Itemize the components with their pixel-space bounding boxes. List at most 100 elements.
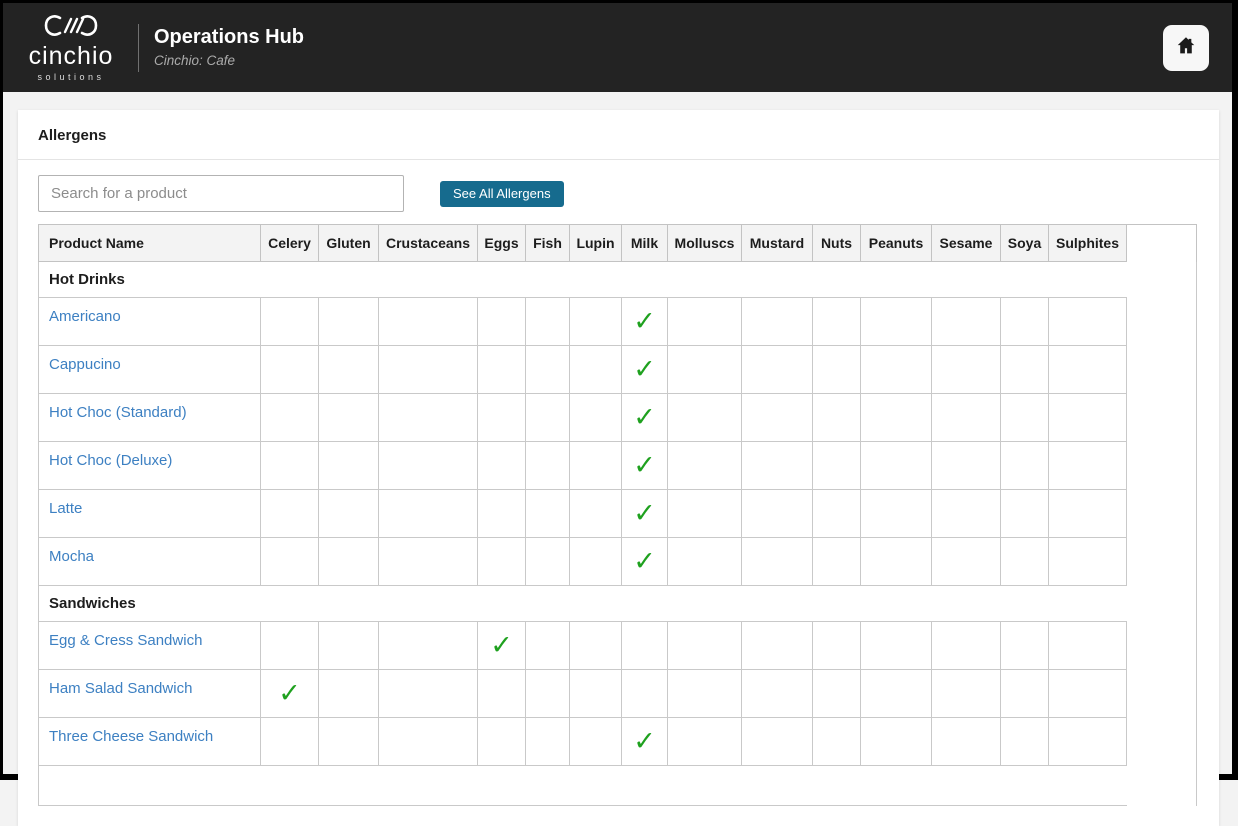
allergen-cell-milk [621,669,668,718]
product-name-cell: Hot Choc (Standard) [38,393,261,442]
product-name-cell: Mocha [38,537,261,586]
allergen-cell-peanuts [860,297,932,346]
allergen-table: Product Name Celery Gluten Crustaceans Eggs F… [38,224,1197,806]
spacer-cell [1126,297,1197,346]
product-link[interactable]: Hot Choc (Deluxe) [49,452,172,469]
check-icon: ✓ [633,306,656,336]
product-link[interactable]: Americano [49,308,121,325]
allergen-cell-soya [1000,393,1049,442]
table-row: Americano ✓ [38,297,1197,346]
allergen-cell-eggs [477,393,526,442]
allergen-cell-milk: ✓ [621,345,668,394]
allergen-cell-celery [260,489,319,538]
allergen-cell-fish [525,345,570,394]
spacer-cell [1126,489,1197,538]
product-link[interactable]: Cappucino [49,356,121,373]
allergen-cell-mustard [741,345,813,394]
product-link[interactable]: Hot Choc (Standard) [49,404,187,421]
allergen-cell-molluscs [667,717,742,766]
allergen-cell-gluten [318,297,379,346]
table-row: Ham Salad Sandwich ✓ [38,669,1197,718]
check-icon: ✓ [633,402,656,432]
home-icon [1175,35,1197,60]
allergen-cell-mustard [741,393,813,442]
column-header-soya: Soya [1000,224,1049,262]
category-label: Hot Drinks [38,261,1127,298]
allergen-cell-fish [525,717,570,766]
product-link[interactable]: Latte [49,500,82,517]
card-body: See All Allergens Product NameCeleryGlut… [18,160,1219,826]
allergen-cell-eggs [477,717,526,766]
allergen-cell-milk: ✓ [621,297,668,346]
product-link[interactable]: Egg & Cress Sandwich [49,632,202,649]
allergen-cell-lupin [569,393,622,442]
allergen-cell-lupin [569,489,622,538]
allergen-cell-nuts [812,717,861,766]
allergen-cell-gluten [318,489,379,538]
allergen-cell-milk: ✓ [621,537,668,586]
allergen-cell-milk: ✓ [621,717,668,766]
allergen-cell-milk: ✓ [621,441,668,490]
allergen-cell-peanuts [860,537,932,586]
column-header-celery: Celery [260,224,319,262]
allergen-cell-sulphites [1048,669,1127,718]
table-row: Cappucino ✓ [38,345,1197,394]
page-title: Allergens [18,110,1219,160]
product-link[interactable]: Three Cheese Sandwich [49,728,213,745]
allergen-cell-sesame [931,489,1001,538]
column-header-product-name: Product Name [38,224,261,262]
allergen-cell-celery [260,345,319,394]
see-all-allergens-button[interactable]: See All Allergens [440,180,564,207]
allergen-cell-milk [621,621,668,670]
header-divider [138,23,139,72]
category-label: Sandwiches [38,585,1127,622]
allergen-cell-sesame [931,669,1001,718]
allergen-cell-fish [525,537,570,586]
allergen-cell-crustaceans [378,717,478,766]
logo-sub-text: solutions [37,72,105,82]
category-row: Sandwiches [38,585,1197,622]
spacer-cell [1126,537,1197,586]
allergen-cell-nuts [812,345,861,394]
spacer-cell [1126,585,1197,622]
allergen-cell-crustaceans [378,297,478,346]
allergen-cell-fish [525,441,570,490]
allergen-cell-molluscs [667,669,742,718]
allergen-cell-mustard [741,669,813,718]
check-icon: ✓ [633,354,656,384]
allergen-cell-sulphites [1048,489,1127,538]
product-link[interactable]: Mocha [49,548,94,565]
check-icon: ✓ [490,630,513,660]
allergen-cell-fish [525,669,570,718]
search-input[interactable] [38,175,404,212]
column-header-milk: Milk [621,224,668,262]
product-name-cell: Ham Salad Sandwich [38,669,261,718]
cinchio-infinity-mark-icon [44,13,98,43]
allergen-cell-crustaceans [378,621,478,670]
allergen-cell-peanuts [860,489,932,538]
product-name-cell: Egg & Cress Sandwich [38,621,261,670]
logo-brand-text: cinchio [28,42,114,70]
allergen-cell-peanuts [860,621,932,670]
allergen-cell-molluscs [667,489,742,538]
allergen-cell-crustaceans [378,345,478,394]
allergen-cell-sulphites [1048,537,1127,586]
check-icon: ✓ [633,450,656,480]
allergen-cell-sesame [931,537,1001,586]
allergen-cell-gluten [318,669,379,718]
allergen-cell-lupin [569,537,622,586]
product-name-cell: Americano [38,297,261,346]
allergen-cell-soya [1000,489,1049,538]
table-header: Product Name Celery Gluten Crustaceans Eggs F… [38,224,1197,262]
allergen-cell-lupin [569,297,622,346]
allergen-cell-eggs: ✓ [477,621,526,670]
category-row: Hot Drinks [38,261,1197,298]
home-button[interactable] [1163,24,1209,71]
allergen-cell-fish [525,489,570,538]
column-header-sesame: Sesame [931,224,1001,262]
product-link[interactable]: Ham Salad Sandwich [49,680,192,697]
allergen-cell-sesame [931,297,1001,346]
check-icon: ✓ [633,726,656,756]
app-header: cinchio solutions Operations Hub Cinchio… [3,3,1232,92]
allergen-cell-nuts [812,393,861,442]
